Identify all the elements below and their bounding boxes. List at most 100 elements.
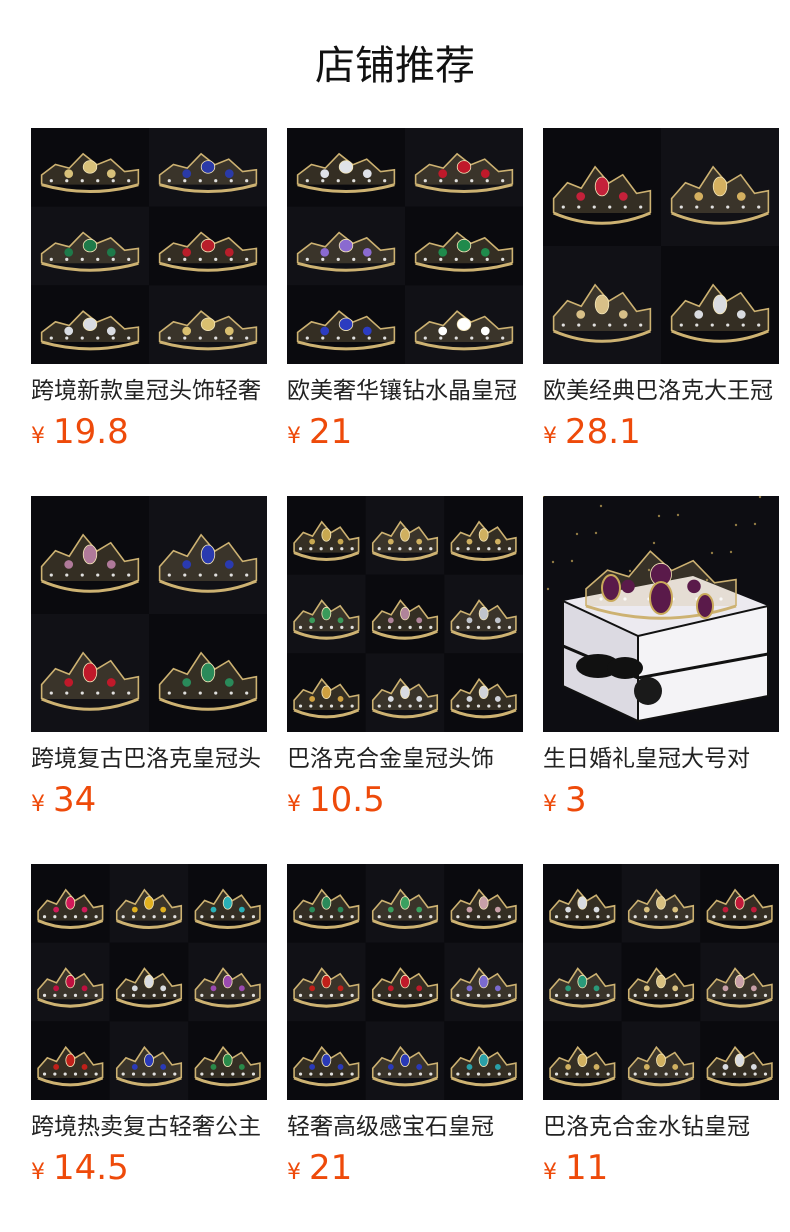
price-value: 21 [309, 1148, 353, 1188]
product-name[interactable]: 巴洛克合金水钻皇冠 [543, 1110, 779, 1144]
crown-tile [149, 614, 267, 732]
crown-tile [444, 574, 523, 654]
product-card[interactable]: 跨境热卖复古轻奢公主 ¥14.5 [31, 864, 267, 1190]
product-image[interactable] [287, 496, 523, 732]
crown-tile [365, 574, 445, 654]
crown-tile [287, 496, 366, 575]
product-image[interactable] [287, 128, 523, 364]
currency-symbol: ¥ [31, 424, 45, 449]
product-card[interactable]: 轻奢高级感宝石皇冠 ¥21 [287, 864, 523, 1190]
crown-tile [109, 942, 189, 1022]
crown-tile [188, 942, 267, 1022]
price-value: 28.1 [565, 412, 641, 452]
product-image[interactable] [543, 496, 779, 732]
product-image[interactable] [31, 496, 267, 732]
crown-tile [109, 1021, 189, 1100]
crown-tile [31, 614, 149, 732]
product-photo [543, 864, 779, 1100]
crown-tile [700, 1021, 779, 1100]
product-card[interactable]: 欧美奢华镶钻水晶皇冠 ¥21 [287, 128, 523, 454]
crown-tile [287, 206, 405, 286]
crown-tile [365, 653, 445, 732]
price-value: 11 [565, 1148, 609, 1188]
product-photo [543, 496, 779, 732]
product-name[interactable]: 轻奢高级感宝石皇冠 [287, 1110, 523, 1144]
crown-tile [444, 1021, 523, 1100]
product-name[interactable]: 巴洛克合金皇冠头饰 [287, 742, 523, 776]
price-value: 34 [53, 780, 97, 820]
crown-tile [287, 942, 366, 1022]
product-card[interactable]: 巴洛克合金皇冠头饰 ¥10.5 [287, 496, 523, 822]
product-card[interactable]: 生日婚礼皇冠大号对 ¥3 [543, 496, 779, 822]
currency-symbol: ¥ [543, 1160, 557, 1185]
currency-symbol: ¥ [543, 424, 557, 449]
product-photo [287, 128, 523, 364]
product-image[interactable] [31, 128, 267, 364]
product-image[interactable] [543, 864, 779, 1100]
crown-tile [444, 864, 523, 943]
crown-tile [365, 1021, 445, 1100]
product-photo [287, 864, 523, 1100]
crown-tile [700, 864, 779, 943]
product-photo [31, 128, 267, 364]
crown-tile [287, 285, 405, 364]
product-image[interactable] [31, 864, 267, 1100]
price-value: 10.5 [309, 780, 385, 820]
crown-tile [31, 128, 149, 207]
crown-tile [287, 864, 366, 943]
crown-tile [287, 128, 405, 207]
crown-tile [31, 1021, 110, 1100]
product-photo [31, 864, 267, 1100]
crown-tile [661, 128, 779, 246]
product-price: ¥19.8 [31, 410, 267, 454]
price-value: 21 [309, 412, 353, 452]
product-price: ¥28.1 [543, 410, 779, 454]
product-photo [543, 128, 779, 364]
crown-tile [621, 1021, 701, 1100]
product-price: ¥34 [31, 778, 267, 822]
price-value: 3 [565, 780, 587, 820]
crown-tile [31, 864, 110, 943]
crown-tile [621, 942, 701, 1022]
crown-tile [31, 942, 110, 1022]
product-price: ¥21 [287, 1146, 523, 1190]
crown-tile [444, 496, 523, 575]
currency-symbol: ¥ [287, 792, 301, 817]
product-name[interactable]: 跨境复古巴洛克皇冠头 [31, 742, 267, 776]
product-card[interactable]: 巴洛克合金水钻皇冠 ¥11 [543, 864, 779, 1190]
crown-tile [149, 128, 267, 207]
crown-tile [543, 1021, 622, 1100]
product-card[interactable]: 欧美经典巴洛克大王冠 ¥28.1 [543, 128, 779, 454]
crown-tile [149, 285, 267, 364]
crown-tile [31, 206, 149, 286]
product-image[interactable] [543, 128, 779, 364]
crown-tile [543, 246, 661, 364]
crown-tile [405, 206, 523, 286]
product-price: ¥11 [543, 1146, 779, 1190]
crown-tile [365, 942, 445, 1022]
product-name[interactable]: 欧美经典巴洛克大王冠 [543, 374, 779, 408]
product-name[interactable]: 跨境新款皇冠头饰轻奢 [31, 374, 267, 408]
currency-symbol: ¥ [287, 1160, 301, 1185]
product-card[interactable]: 跨境新款皇冠头饰轻奢 ¥19.8 [31, 128, 267, 454]
crown-tile [188, 864, 267, 943]
product-card[interactable]: 跨境复古巴洛克皇冠头 ¥34 [31, 496, 267, 822]
crown-tile [287, 1021, 366, 1100]
product-name[interactable]: 跨境热卖复古轻奢公主 [31, 1110, 267, 1144]
crown-tile [405, 128, 523, 207]
price-value: 19.8 [53, 412, 129, 452]
currency-symbol: ¥ [543, 792, 557, 817]
crown-tile [149, 206, 267, 286]
currency-symbol: ¥ [31, 1160, 45, 1185]
crown-tile [621, 864, 701, 943]
product-image[interactable] [287, 864, 523, 1100]
product-photo [31, 496, 267, 732]
currency-symbol: ¥ [287, 424, 301, 449]
product-price: ¥10.5 [287, 778, 523, 822]
product-name[interactable]: 欧美奢华镶钻水晶皇冠 [287, 374, 523, 408]
gift-box-image [543, 496, 779, 732]
crown-tile [543, 128, 661, 246]
product-name[interactable]: 生日婚礼皇冠大号对 [543, 742, 779, 776]
crown-tile [661, 246, 779, 364]
crown-tile [31, 496, 149, 614]
